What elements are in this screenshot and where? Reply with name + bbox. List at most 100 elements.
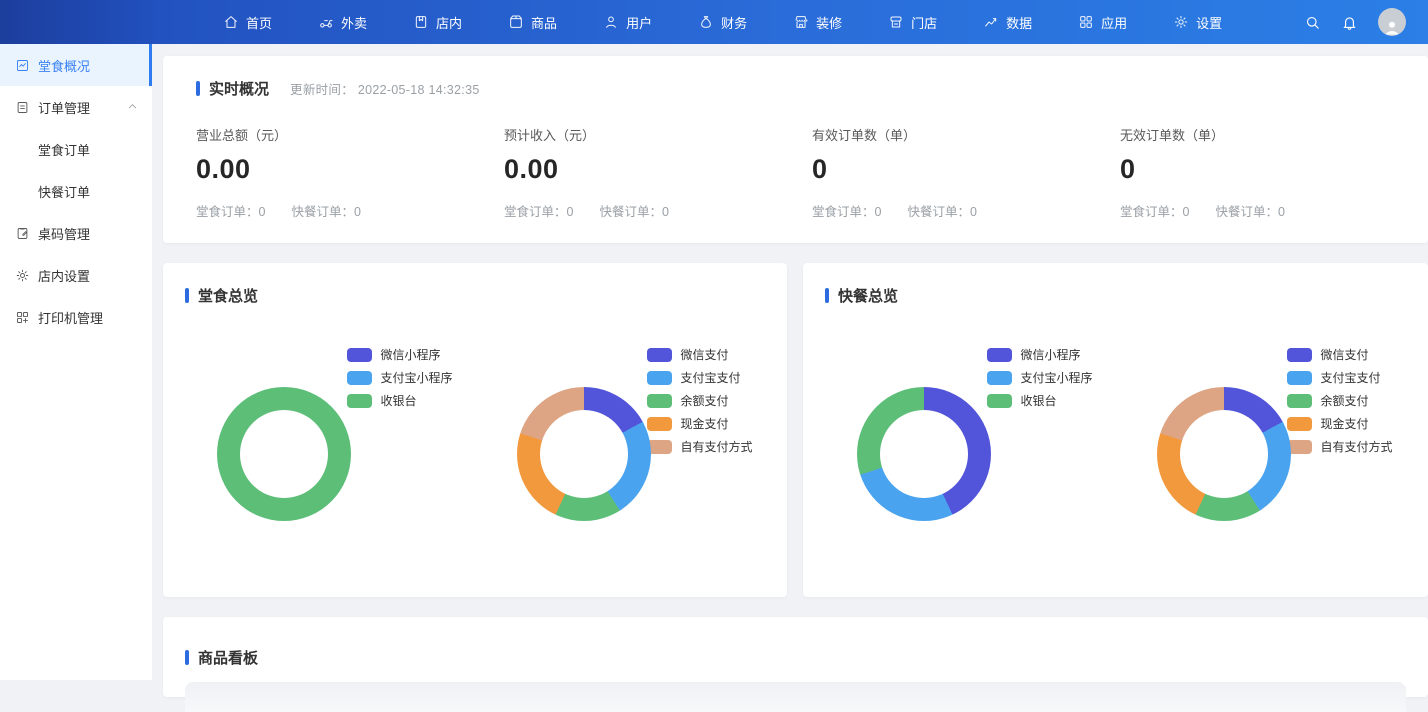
- legend-item[interactable]: 自有支付方式: [1287, 438, 1392, 455]
- nav-right-tools: [1304, 8, 1428, 36]
- data-chart-icon: [983, 14, 999, 30]
- title-accent-bar: [196, 81, 200, 96]
- stat-card-label: 无效订单数（单）: [1120, 125, 1428, 144]
- sidebar-item-printer-management[interactable]: 打印机管理: [0, 296, 152, 338]
- stat-sub-dine-in: 堂食订单：0: [1120, 201, 1189, 220]
- nav-item-decoration[interactable]: 装修: [770, 0, 865, 44]
- home-icon: [223, 14, 239, 30]
- sidebar-item-in-store-settings[interactable]: 店内设置: [0, 254, 152, 296]
- printer-grid-icon: [15, 310, 30, 325]
- nav-menu: 首页 外卖 店内 商品 用户 财务 装修 门店: [200, 0, 1245, 44]
- stat-sub-fast-food: 快餐订单：0: [291, 201, 360, 220]
- legend-item[interactable]: 收银台: [987, 392, 1092, 409]
- title-accent-bar: [825, 288, 829, 303]
- orders-document-icon: [15, 100, 30, 115]
- update-time-label: 更新时间：: [290, 83, 354, 97]
- stat-cards: 营业总额（元） 0.00 堂食订单：0 快餐订单：0 预计收入（元） 0.00 …: [196, 125, 1428, 220]
- donut: [1157, 387, 1291, 521]
- nav-item-goods[interactable]: 商品: [485, 0, 580, 44]
- nav-item-label: 装修: [816, 13, 842, 32]
- legend-item[interactable]: 现金支付: [1287, 415, 1392, 432]
- sidebar-item-dine-in-orders[interactable]: 堂食订单: [0, 128, 152, 170]
- dine-in-payment-donut-chart: 微信支付支付宝支付余额支付现金支付自有支付方式: [485, 306, 785, 521]
- nav-item-label: 用户: [626, 13, 652, 32]
- nav-item-in-store[interactable]: 店内: [390, 0, 485, 44]
- realtime-overview-title: 实时概况 更新时间： 2022-05-18 14:32:35: [196, 78, 1428, 99]
- stat-sub-fast-food: 快餐订单：0: [907, 201, 976, 220]
- sidebar-item-label: 堂食概况: [38, 56, 90, 75]
- realtime-overview-panel: 实时概况 更新时间： 2022-05-18 14:32:35 营业总额（元） 0…: [163, 56, 1428, 243]
- legend-item[interactable]: 支付宝支付: [1287, 369, 1392, 386]
- user-avatar[interactable]: [1378, 8, 1406, 36]
- panel-title-text: 快餐总览: [838, 285, 898, 306]
- nav-item-label: 应用: [1101, 13, 1127, 32]
- panel-title-text: 堂食总览: [198, 285, 258, 306]
- nav-item-label: 门店: [911, 13, 937, 32]
- search-icon[interactable]: [1304, 14, 1321, 31]
- legend-item[interactable]: 现金支付: [647, 415, 752, 432]
- nav-item-apps[interactable]: 应用: [1055, 0, 1150, 44]
- nav-item-label: 店内: [436, 13, 462, 32]
- sidebar-item-dine-in-overview[interactable]: 堂食概况: [0, 44, 152, 86]
- stat-card-subs: 堂食订单：0 快餐订单：0: [196, 201, 504, 220]
- legend-item[interactable]: 支付宝支付: [647, 369, 752, 386]
- dine-in-overview-panel: 堂食总览 微信小程序支付宝小程序收银台 微信支付支付宝支付余额支付现金支付自有支…: [163, 263, 787, 597]
- nav-item-label: 财务: [721, 13, 747, 32]
- legend-item[interactable]: 收银台: [347, 392, 452, 409]
- legend-item[interactable]: 微信小程序: [347, 346, 452, 363]
- nav-item-label: 设置: [1196, 13, 1222, 32]
- legend-label: 现金支付: [1320, 415, 1368, 432]
- stat-card-value: 0.00: [504, 154, 812, 185]
- stat-card-value: 0: [812, 154, 1120, 185]
- legend-item[interactable]: 支付宝小程序: [987, 369, 1092, 386]
- settings-gear-icon: [15, 268, 30, 283]
- stat-card-expected-income: 预计收入（元） 0.00 堂食订单：0 快餐订单：0: [504, 125, 812, 220]
- nav-item-home[interactable]: 首页: [200, 0, 295, 44]
- legend-label: 支付宝小程序: [1020, 369, 1092, 386]
- legend-label: 自有支付方式: [680, 438, 752, 455]
- legend-item[interactable]: 余额支付: [1287, 392, 1392, 409]
- donut-hole: [240, 410, 328, 498]
- nav-item-finance[interactable]: 财务: [675, 0, 770, 44]
- stat-card-subs: 堂食订单：0 快餐订单：0: [812, 201, 1120, 220]
- sidebar-item-order-management[interactable]: 订单管理: [0, 86, 152, 128]
- stat-card-value: 0.00: [196, 154, 504, 185]
- table-code-clipboard-icon: [15, 226, 30, 241]
- legend-item[interactable]: 微信支付: [647, 346, 752, 363]
- chart-legend: 微信小程序支付宝小程序收银台: [987, 346, 1092, 521]
- nav-item-stores[interactable]: 门店: [865, 0, 960, 44]
- legend-item[interactable]: 支付宝小程序: [347, 369, 452, 386]
- notification-bell-icon[interactable]: [1341, 14, 1358, 31]
- stat-sub-dine-in: 堂食订单：0: [812, 201, 881, 220]
- legend-swatch: [1287, 371, 1312, 385]
- nav-item-label: 外卖: [341, 13, 367, 32]
- goods-icon: [508, 14, 524, 30]
- sidebar-item-fast-food-orders[interactable]: 快餐订单: [0, 170, 152, 212]
- stat-sub-dine-in: 堂食订单：0: [504, 201, 573, 220]
- stat-sub-fast-food: 快餐订单：0: [1215, 201, 1284, 220]
- nav-item-users[interactable]: 用户: [580, 0, 675, 44]
- legend-label: 支付宝支付: [1320, 369, 1380, 386]
- nav-item-takeout[interactable]: 外卖: [295, 0, 390, 44]
- nav-item-settings[interactable]: 设置: [1150, 0, 1245, 44]
- top-nav-bar: 首页 外卖 店内 商品 用户 财务 装修 门店: [0, 0, 1428, 44]
- legend-label: 微信小程序: [380, 346, 440, 363]
- legend-label: 现金支付: [680, 415, 728, 432]
- sidebar-item-table-code-management[interactable]: 桌码管理: [0, 212, 152, 254]
- panel-title-text: 实时概况: [209, 78, 269, 99]
- apps-grid-icon: [1078, 14, 1094, 30]
- avatar-person-icon: [1383, 18, 1401, 36]
- legend-item[interactable]: 余额支付: [647, 392, 752, 409]
- legend-item[interactable]: 自有支付方式: [647, 438, 752, 455]
- legend-label: 微信支付: [680, 346, 728, 363]
- product-board-panel: 商品看板: [163, 617, 1428, 697]
- stat-card-subs: 堂食订单：0 快餐订单：0: [1120, 201, 1428, 220]
- sidebar: 堂食概况 订单管理 堂食订单 快餐订单 桌码管理 店内设置 打印机管理: [0, 44, 152, 680]
- legend-item[interactable]: 微信小程序: [987, 346, 1092, 363]
- title-accent-bar: [185, 650, 189, 665]
- legend-item[interactable]: 微信支付: [1287, 346, 1392, 363]
- legend-label: 余额支付: [1320, 392, 1368, 409]
- legend-label: 微信支付: [1320, 346, 1368, 363]
- nav-item-data[interactable]: 数据: [960, 0, 1055, 44]
- legend-label: 支付宝小程序: [380, 369, 452, 386]
